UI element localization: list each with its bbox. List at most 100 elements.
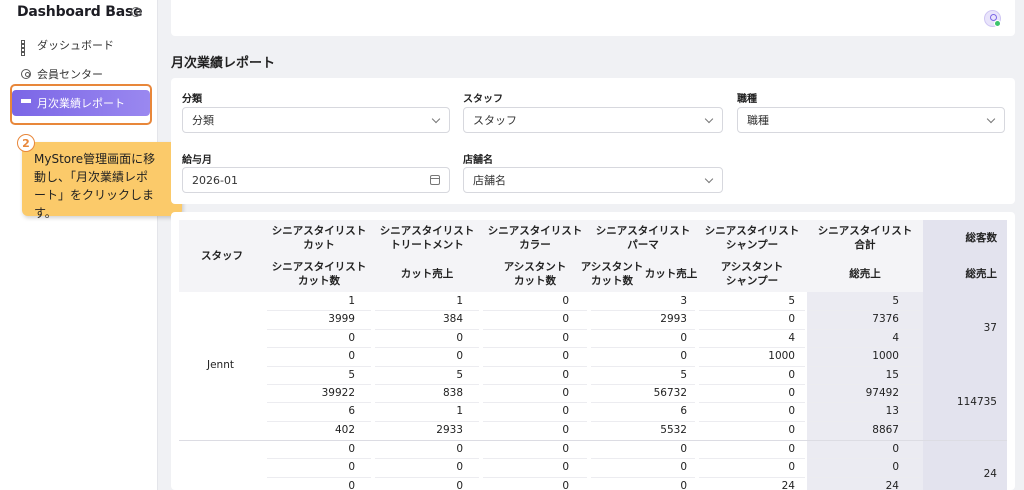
table-cell: 2993 [660, 313, 687, 326]
store-select[interactable]: 店舗名 [463, 167, 723, 193]
table-cell: 24 [781, 479, 795, 490]
header-line: アシスタント [720, 261, 784, 273]
filter-panel: 分類 分類 スタッフ スタッフ 職種 職種 給与月 2026-01 店舗名 店舗… [171, 78, 1015, 204]
row-divider [809, 347, 921, 349]
row-divider [375, 384, 479, 385]
header-line: カット [303, 239, 335, 251]
row-divider [483, 476, 587, 478]
row-divider [699, 420, 805, 422]
table-cell: 3999 [328, 313, 355, 326]
calendar-icon [430, 175, 440, 185]
column-header: シニアスタイリスト 合計 [807, 220, 923, 256]
table-cell: 0 [562, 461, 569, 474]
top-bar [171, 0, 1015, 36]
table-cell: 4 [892, 331, 899, 344]
table-cell: 5 [456, 368, 463, 381]
table-cell: 5 [892, 295, 899, 307]
row-divider [809, 458, 921, 460]
row-divider [591, 476, 695, 478]
row-divider [267, 328, 371, 330]
pay-month-picker[interactable]: 2026-01 [182, 167, 450, 193]
table-cell: 1 [456, 295, 463, 307]
table-cell: 6 [680, 405, 687, 418]
job-label: 職種 [737, 94, 757, 105]
table-cell: 0 [788, 443, 795, 455]
table-cell: 0 [680, 350, 687, 363]
table-cell: 0 [456, 479, 463, 490]
row-divider [267, 458, 371, 460]
table-cell: 0 [348, 461, 355, 474]
job-select[interactable]: 職種 [737, 107, 1005, 133]
row-divider [375, 328, 479, 330]
category-select-value: 分類 [192, 114, 214, 127]
table-cell: 4 [788, 331, 795, 344]
chevron-down-icon [431, 114, 441, 124]
staff-header: スタッフ [201, 250, 243, 262]
table-cell: 0 [680, 461, 687, 474]
table-cell: 384 [442, 313, 463, 326]
row-divider [699, 402, 805, 404]
table-cell: 0 [680, 479, 687, 490]
row-divider [267, 347, 371, 349]
table-cell: 5 [788, 295, 795, 307]
table-cell: 5532 [660, 423, 687, 436]
table-cell: 5 [680, 368, 687, 381]
header-line: カット売上 [400, 268, 454, 280]
sub-column-header: アシスタント シャンプー [697, 256, 807, 292]
avatar-icon[interactable] [984, 10, 1001, 27]
pay-month-label: 給与月 [182, 155, 212, 166]
row-divider [809, 384, 921, 385]
staff-select-value: スタッフ [473, 114, 517, 127]
table-cell: 0 [892, 461, 899, 474]
header-line: シニアスタイリスト [379, 225, 475, 237]
group-divider [179, 440, 1007, 441]
table-cell: 0 [562, 423, 569, 436]
row-divider [375, 310, 479, 312]
row-divider [591, 365, 695, 367]
header-line: アシスタント [503, 261, 567, 273]
row-divider [375, 402, 479, 404]
table-cell: 0 [348, 331, 355, 344]
header-line: カット数 [591, 275, 633, 287]
callout-line: 動し、「月次業績レポ [34, 170, 149, 184]
sidebar-item-dashboard[interactable]: ダッシュボード [12, 32, 150, 58]
row-divider [267, 310, 371, 312]
highlight-frame [10, 84, 152, 125]
column-header: シニアスタイリスト シャンプー [697, 220, 807, 256]
table-cell: 1 [456, 405, 463, 418]
table-cell: 0 [348, 350, 355, 363]
row-divider [809, 328, 921, 330]
table-cell: 8867 [872, 423, 899, 436]
table-cell: 0 [788, 313, 795, 326]
table-cell: 0 [680, 443, 687, 455]
sub-column-header: カット売上 [373, 256, 481, 292]
header-line: シニアスタイリスト [487, 225, 583, 237]
staff-select[interactable]: スタッフ [463, 107, 723, 133]
row-divider [375, 476, 479, 478]
row-divider [375, 420, 479, 422]
table-cell: 0 [680, 331, 687, 344]
store-label: 店舗名 [463, 155, 493, 166]
table-cell: 0 [562, 443, 569, 455]
step-badge: 2 [17, 134, 35, 152]
category-select[interactable]: 分類 [182, 107, 450, 133]
page-title: 月次業績レポート [171, 56, 276, 71]
table-cell: 1000 [872, 350, 899, 363]
table-cell: 6 [348, 405, 355, 418]
table-cell: 0 [562, 295, 569, 307]
table-cell: 0 [788, 405, 795, 418]
collapse-icon[interactable] [131, 7, 141, 17]
header-line: 総売上 [849, 268, 881, 280]
table-cell: 0 [456, 461, 463, 474]
table-cell: 0 [788, 461, 795, 474]
table-cell: 0 [562, 331, 569, 344]
header-line: シニアスタイリスト [271, 261, 367, 273]
table-cell: 0 [562, 387, 569, 399]
row-divider [591, 310, 695, 312]
row-divider [591, 402, 695, 404]
staff-name: Jennt [207, 359, 234, 371]
row-divider [591, 384, 695, 385]
table-cell: 0 [348, 479, 355, 490]
row-divider [267, 402, 371, 404]
row-divider [809, 310, 921, 312]
